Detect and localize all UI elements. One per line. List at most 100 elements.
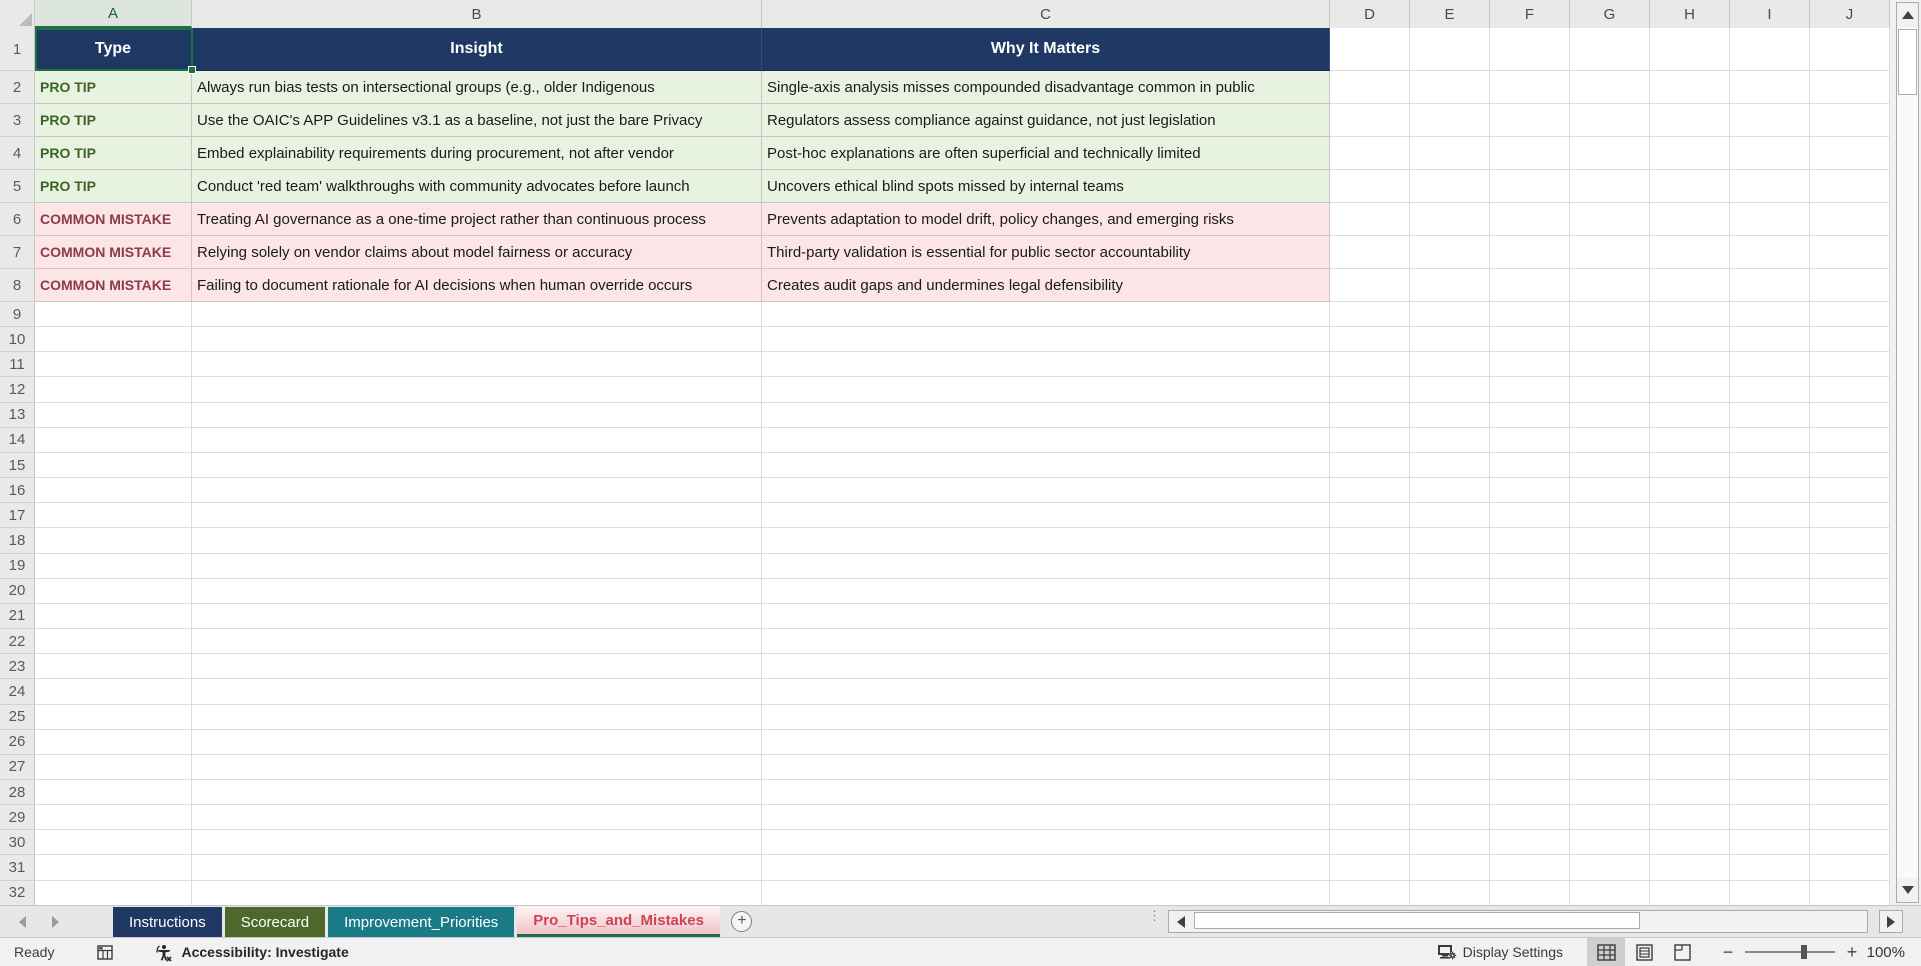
cell-g6[interactable] xyxy=(1570,203,1650,236)
scroll-left-button[interactable] xyxy=(1169,911,1193,932)
cell-c7-why[interactable]: Third-party validation is essential for … xyxy=(762,236,1330,269)
cell-j6[interactable] xyxy=(1810,203,1890,236)
cell-j16[interactable] xyxy=(1810,478,1890,504)
cell-c17[interactable] xyxy=(762,503,1330,529)
cell-h12[interactable] xyxy=(1650,377,1730,403)
cell-e23[interactable] xyxy=(1410,654,1490,680)
cell-c6-why[interactable]: Prevents adaptation to model drift, poli… xyxy=(762,203,1330,236)
cell-f24[interactable] xyxy=(1490,679,1570,705)
cell-d7[interactable] xyxy=(1330,236,1410,269)
horizontal-scroll-thumb[interactable] xyxy=(1194,912,1640,929)
row-header-5[interactable]: 5 xyxy=(0,170,35,203)
cell-g14[interactable] xyxy=(1570,427,1650,453)
cell-b14[interactable] xyxy=(192,427,762,453)
cell-f12[interactable] xyxy=(1490,377,1570,403)
cell-a24[interactable] xyxy=(35,679,192,705)
cell-i3[interactable] xyxy=(1730,104,1810,137)
row-header-4[interactable]: 4 xyxy=(0,137,35,170)
cell-j17[interactable] xyxy=(1810,503,1890,529)
cell-a19[interactable] xyxy=(35,553,192,579)
cell-h17[interactable] xyxy=(1650,503,1730,529)
cell-f23[interactable] xyxy=(1490,654,1570,680)
cell-h11[interactable] xyxy=(1650,352,1730,378)
cell-i13[interactable] xyxy=(1730,402,1810,428)
cell-a17[interactable] xyxy=(35,503,192,529)
cell-b4-insight[interactable]: Embed explainability requirements during… xyxy=(192,137,762,170)
cell-d15[interactable] xyxy=(1330,452,1410,479)
cell-i17[interactable] xyxy=(1730,503,1810,529)
row-header-15[interactable]: 15 xyxy=(0,452,35,479)
tab-splitter-handle[interactable]: ⋮ xyxy=(1148,909,1161,922)
cell-f19[interactable] xyxy=(1490,553,1570,579)
cell-b2-insight[interactable]: Always run bias tests on intersectional … xyxy=(192,71,762,104)
cell-g19[interactable] xyxy=(1570,553,1650,579)
cell-e2[interactable] xyxy=(1410,71,1490,104)
cell-j20[interactable] xyxy=(1810,578,1890,604)
cell-h3[interactable] xyxy=(1650,104,1730,137)
cell-a15[interactable] xyxy=(35,452,192,479)
zoom-slider-handle[interactable] xyxy=(1801,945,1807,959)
row-header-1[interactable]: 1 xyxy=(0,28,35,71)
cell-a26[interactable] xyxy=(35,729,192,755)
cell-g28[interactable] xyxy=(1570,779,1650,806)
cell-b1-insight-header[interactable]: Insight xyxy=(192,28,762,71)
cell-j2[interactable] xyxy=(1810,71,1890,104)
cell-h6[interactable] xyxy=(1650,203,1730,236)
cell-d21[interactable] xyxy=(1330,603,1410,630)
row-header-22[interactable]: 22 xyxy=(0,629,35,655)
cell-h28[interactable] xyxy=(1650,779,1730,806)
cell-h15[interactable] xyxy=(1650,452,1730,479)
cell-c22[interactable] xyxy=(762,629,1330,655)
cell-a31[interactable] xyxy=(35,855,192,881)
scroll-up-button[interactable] xyxy=(1897,3,1918,27)
cell-j28[interactable] xyxy=(1810,779,1890,806)
cell-g2[interactable] xyxy=(1570,71,1650,104)
cell-c11[interactable] xyxy=(762,352,1330,378)
cell-e8[interactable] xyxy=(1410,269,1490,302)
row-header-10[interactable]: 10 xyxy=(0,327,35,353)
cell-g21[interactable] xyxy=(1570,603,1650,630)
cell-c2-why[interactable]: Single-axis analysis misses compounded d… xyxy=(762,71,1330,104)
cell-d12[interactable] xyxy=(1330,377,1410,403)
cell-j1[interactable] xyxy=(1810,28,1890,71)
page-break-preview-button[interactable] xyxy=(1663,938,1701,966)
cell-j9[interactable] xyxy=(1810,302,1890,328)
next-sheet-arrow[interactable] xyxy=(52,915,59,928)
cell-g9[interactable] xyxy=(1570,302,1650,328)
cell-f7[interactable] xyxy=(1490,236,1570,269)
cell-i27[interactable] xyxy=(1730,754,1810,780)
cell-e13[interactable] xyxy=(1410,402,1490,428)
cell-h25[interactable] xyxy=(1650,704,1730,730)
cell-j14[interactable] xyxy=(1810,427,1890,453)
cell-i10[interactable] xyxy=(1730,327,1810,353)
scroll-down-button[interactable] xyxy=(1897,878,1918,902)
column-header-i[interactable]: I xyxy=(1730,0,1810,28)
column-header-e[interactable]: E xyxy=(1410,0,1490,28)
cell-d25[interactable] xyxy=(1330,704,1410,730)
cell-j30[interactable] xyxy=(1810,830,1890,856)
row-header-29[interactable]: 29 xyxy=(0,805,35,831)
cell-h2[interactable] xyxy=(1650,71,1730,104)
cell-e28[interactable] xyxy=(1410,779,1490,806)
cell-e1[interactable] xyxy=(1410,28,1490,71)
cell-j10[interactable] xyxy=(1810,327,1890,353)
cell-j13[interactable] xyxy=(1810,402,1890,428)
row-header-24[interactable]: 24 xyxy=(0,679,35,705)
column-header-g[interactable]: G xyxy=(1570,0,1650,28)
cell-d8[interactable] xyxy=(1330,269,1410,302)
accessibility-status-button[interactable]: Accessibility: Investigate xyxy=(154,943,349,962)
cell-a27[interactable] xyxy=(35,754,192,780)
cell-f31[interactable] xyxy=(1490,855,1570,881)
cell-g3[interactable] xyxy=(1570,104,1650,137)
cell-i18[interactable] xyxy=(1730,528,1810,554)
cell-d28[interactable] xyxy=(1330,779,1410,806)
cell-c21[interactable] xyxy=(762,603,1330,630)
cell-i6[interactable] xyxy=(1730,203,1810,236)
cell-h4[interactable] xyxy=(1650,137,1730,170)
cell-b12[interactable] xyxy=(192,377,762,403)
cell-g8[interactable] xyxy=(1570,269,1650,302)
cell-a21[interactable] xyxy=(35,603,192,630)
cell-b11[interactable] xyxy=(192,352,762,378)
zoom-percentage[interactable]: 100% xyxy=(1865,944,1921,961)
cell-a3-type[interactable]: PRO TIP xyxy=(35,104,192,137)
